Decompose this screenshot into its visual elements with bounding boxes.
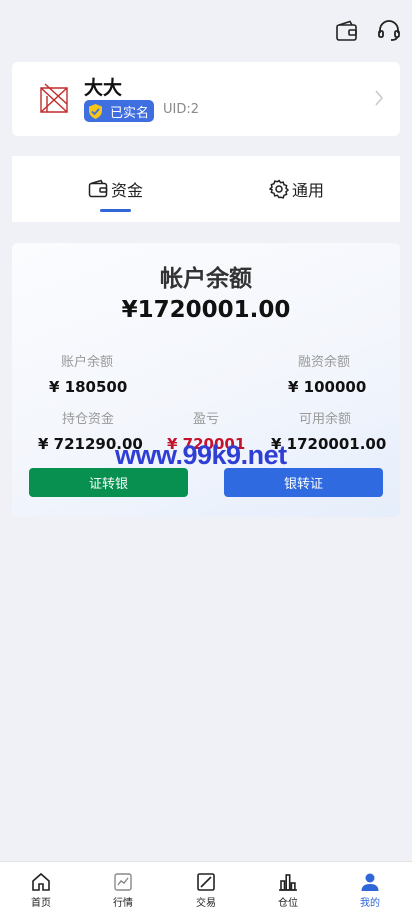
- username: 大大: [84, 77, 123, 99]
- tab-funds[interactable]: 资金: [88, 177, 143, 201]
- stat-label: 账户余额: [60, 355, 113, 370]
- balance-card: 帐户余额 ¥1720001.00 账户余额 ¥ 180500 融资余额 ¥ 10…: [12, 243, 400, 517]
- tabs-bar: 资金 通用: [12, 156, 400, 222]
- verified-label: 已实名: [110, 105, 150, 121]
- top-bar: [0, 0, 412, 62]
- verified-badge: 已实名: [84, 100, 155, 122]
- active-tab-indicator: [100, 209, 131, 212]
- stat-label: 盈亏: [192, 412, 219, 427]
- nav-label: 交易: [196, 898, 216, 909]
- trade-icon: [197, 873, 215, 891]
- nav-label: 仓位: [278, 898, 298, 909]
- shield-check-icon: [89, 103, 102, 119]
- tab-label: 资金: [111, 181, 144, 200]
- wallet-icon: [88, 179, 108, 198]
- stat-financing-balance: 融资余额 ¥ 100000: [288, 351, 367, 396]
- chevron-right-icon[interactable]: [374, 88, 384, 108]
- uid-text: UID:2: [163, 102, 200, 117]
- bottom-nav: 首页 行情 交易 仓位 我的: [0, 861, 412, 915]
- nav-label: 行情: [113, 898, 133, 909]
- bank-to-securities-button[interactable]: 银转证: [224, 468, 383, 497]
- chart-icon: [114, 873, 132, 891]
- nav-mine[interactable]: 我的: [350, 872, 390, 909]
- balance-title: 帐户余额: [160, 266, 252, 292]
- home-icon: [32, 872, 50, 891]
- nav-home[interactable]: 首页: [21, 872, 61, 909]
- balance-total: ¥1720001.00: [121, 297, 291, 323]
- stat-value: ¥ 180500: [49, 378, 128, 396]
- nav-trade[interactable]: 交易: [186, 872, 226, 909]
- user-icon: [361, 873, 379, 891]
- gear-icon: [269, 179, 289, 199]
- stat-value: ¥ 100000: [288, 378, 367, 396]
- tab-general[interactable]: 通用: [269, 177, 324, 201]
- nav-label: 我的: [360, 898, 380, 909]
- stat-label: 融资余额: [297, 355, 350, 370]
- avatar: [40, 83, 68, 113]
- headset-icon[interactable]: [377, 20, 401, 42]
- tab-label: 通用: [292, 181, 325, 200]
- securities-to-bank-button[interactable]: 证转银: [29, 468, 188, 497]
- nav-market[interactable]: 行情: [103, 872, 143, 909]
- stat-label: 可用余额: [298, 412, 351, 427]
- stat-value: ¥ 1720001.00: [271, 435, 387, 453]
- profile-card[interactable]: 大大 已实名 UID:2: [12, 62, 400, 136]
- wallet-icon[interactable]: [335, 20, 359, 42]
- bar-chart-icon: [279, 874, 297, 891]
- nav-label: 首页: [31, 898, 51, 909]
- nav-position[interactable]: 仓位: [268, 872, 308, 909]
- stat-label: 持仓资金: [61, 412, 114, 427]
- stat-account-balance: 账户余额 ¥ 180500: [49, 351, 128, 396]
- stat-available-balance: 可用余额 ¥ 1720001.00: [271, 408, 387, 453]
- watermark: www.99k9.net: [115, 440, 287, 470]
